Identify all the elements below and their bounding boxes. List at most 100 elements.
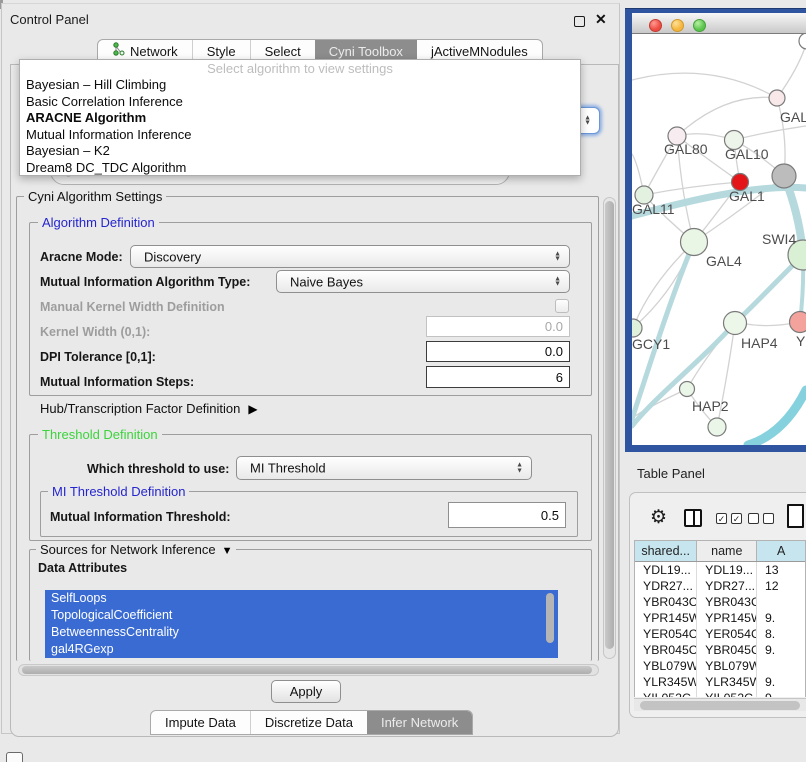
algorithm-option-mutual-information-inference[interactable]: Mutual Information Inference: [20, 127, 580, 144]
table-row[interactable]: YBR043CYBR043C: [635, 594, 805, 610]
data-attributes-list[interactable]: SelfLoopsTopologicalCoefficientBetweenne…: [45, 590, 558, 658]
dpi-tolerance-label: DPI Tolerance [0,1]:: [40, 350, 156, 364]
tab-label: Discretize Data: [265, 711, 353, 734]
manual-kernel-checkbox[interactable]: [555, 299, 569, 313]
network-graph[interactable]: GALGAL80GAL10GAL1GAL11GAL4SWI4GCY1HAP4YH…: [632, 34, 806, 445]
settings-vertical-scrollbar[interactable]: [603, 197, 616, 659]
algorithm-option-bayesian-hill-climbing[interactable]: Bayesian – Hill Climbing: [20, 77, 580, 94]
network-node-gal[interactable]: [769, 90, 785, 106]
sources-title-text: Sources for Network Inference: [40, 542, 216, 557]
table-row[interactable]: YDL19...YDL19...13: [635, 562, 805, 578]
node-label-gcy1: GCY1: [632, 336, 670, 352]
tab-infer-network[interactable]: Infer Network: [367, 711, 472, 734]
network-node-gal4[interactable]: [681, 229, 708, 256]
select-all-checkbox-icon[interactable]: ✓: [731, 513, 742, 524]
which-threshold-label: Which threshold to use:: [87, 462, 229, 476]
control-panel-window: Control Panel ✕ NetworkStyleSelectCyni T…: [1, 3, 620, 734]
panel-title: Control Panel: [10, 12, 89, 27]
table-row[interactable]: YBL079WYBL079W: [635, 658, 805, 674]
scrollbar-thumb[interactable]: [640, 701, 800, 710]
sources-group-title: Sources for Network Inference ▼: [36, 542, 236, 557]
table-horizontal-scrollbar[interactable]: [634, 698, 806, 711]
attribute-item-topologicalcoefficient[interactable]: TopologicalCoefficient: [45, 607, 558, 624]
apply-button[interactable]: Apply: [271, 680, 341, 703]
table-row[interactable]: YPR145WYPR145W9.: [635, 610, 805, 626]
attribute-item-selfloops[interactable]: SelfLoops: [45, 590, 558, 607]
algorithm-option-dream8-dc-tdc-algorithm[interactable]: Dream8 DC_TDC Algorithm: [20, 160, 580, 177]
column-header-shared[interactable]: shared...: [635, 541, 697, 561]
zoom-traffic-light-icon[interactable]: [693, 19, 706, 32]
mi-threshold-label: Mutual Information Threshold:: [50, 510, 231, 524]
node-label-hap4: HAP4: [741, 335, 778, 351]
network-node[interactable]: [799, 34, 806, 49]
table-cell: YER054C: [697, 626, 757, 642]
kernel-width-input[interactable]: [426, 316, 570, 337]
attribute-item-gal4rgexp[interactable]: gal4RGexp: [45, 641, 558, 658]
network-node-hap2[interactable]: [680, 382, 695, 397]
network-window-titlebar[interactable]: [632, 13, 806, 34]
column-visibility-icon[interactable]: [684, 509, 702, 527]
export-table-icon[interactable]: [787, 504, 804, 528]
network-node-y[interactable]: [790, 312, 806, 333]
table-cell: YBL079W: [697, 658, 757, 674]
node-label-gal: GAL: [780, 109, 806, 125]
gear-icon[interactable]: ⚙: [650, 506, 667, 529]
algorithm-option-bayesian-k2[interactable]: Bayesian – K2: [20, 143, 580, 160]
mi-threshold-input[interactable]: [448, 502, 566, 528]
algorithm-option-aracne-algorithm[interactable]: ARACNE Algorithm: [20, 110, 580, 127]
algorithm-option-basic-correlation-inference[interactable]: Basic Correlation Inference: [20, 94, 580, 111]
table-row[interactable]: YER054CYER054C8.: [635, 626, 805, 642]
network-node-hap4[interactable]: [724, 312, 747, 335]
aracne-mode-combo[interactable]: Discovery ▲▼: [130, 245, 570, 268]
data-attributes-label: Data Attributes: [38, 561, 127, 575]
which-threshold-combo[interactable]: MI Threshold ▲▼: [236, 456, 532, 480]
hub-factor-expander[interactable]: Hub/Transcription Factor Definition▶: [40, 401, 258, 416]
table-row[interactable]: YLR345WYLR345W9.: [635, 674, 805, 690]
combo-stepper-icon: ▲▼: [516, 463, 523, 474]
network-edge: [632, 73, 777, 98]
select-all-checkbox-icon[interactable]: ✓: [716, 513, 727, 524]
attribute-item-betweennesscentrality[interactable]: BetweennessCentrality: [45, 624, 558, 641]
dpi-tolerance-input[interactable]: [426, 341, 570, 362]
network-edge: [734, 126, 806, 140]
scrollbar-thumb[interactable]: [22, 666, 592, 674]
network-node[interactable]: [708, 418, 726, 436]
table-cell: 8.: [757, 626, 805, 642]
float-window-icon[interactable]: [574, 16, 585, 27]
deselect-all-checkbox-icon[interactable]: [748, 513, 759, 524]
table-cell: 13: [757, 562, 805, 578]
minimized-panel-icon[interactable]: [6, 752, 23, 762]
deselect-all-checkbox-icon[interactable]: [763, 513, 774, 524]
settings-horizontal-scrollbar[interactable]: [18, 664, 599, 676]
table-cell: YLR345W: [697, 674, 757, 690]
combo-stepper-icon: ▲▼: [554, 276, 561, 287]
mi-steps-input[interactable]: [426, 366, 570, 388]
table-cell: 9.: [757, 610, 805, 626]
table-cell: YBR045C: [697, 642, 757, 658]
table-cell: 12: [757, 578, 805, 594]
table-cell: YPR145W: [697, 610, 757, 626]
table-cell: YER054C: [635, 626, 697, 642]
minimize-traffic-light-icon[interactable]: [671, 19, 684, 32]
expander-down-icon: ▼: [222, 545, 233, 557]
network-node[interactable]: [772, 164, 796, 188]
algorithm-popup-list: Bayesian – Hill ClimbingBasic Correlatio…: [20, 77, 580, 176]
list-scrollbar-thumb[interactable]: [546, 593, 554, 643]
control-panel-titlebar: Control Panel ✕: [2, 5, 621, 33]
column-header-name[interactable]: name: [697, 541, 757, 561]
mi-type-combo[interactable]: Naive Bayes ▲▼: [276, 270, 570, 293]
node-attribute-table[interactable]: shared...nameA YDL19...YDL19...13YDR27..…: [634, 540, 806, 697]
table-cell: YDL19...: [697, 562, 757, 578]
table-row[interactable]: YDR27...YDR27...12: [635, 578, 805, 594]
mi-type-label: Mutual Information Algorithm Type:: [40, 275, 250, 289]
close-traffic-light-icon[interactable]: [649, 19, 662, 32]
table-cell: YBR043C: [635, 594, 697, 610]
table-row[interactable]: YBR045CYBR045C9.: [635, 642, 805, 658]
column-header-a[interactable]: A: [757, 541, 805, 561]
tab-discretize-data[interactable]: Discretize Data: [250, 711, 367, 734]
scrollbar-thumb[interactable]: [605, 201, 614, 649]
table-row[interactable]: YIL052CYIL052C9: [635, 690, 805, 697]
close-icon[interactable]: ✕: [595, 11, 607, 28]
tab-impute-data[interactable]: Impute Data: [151, 711, 250, 734]
table-cell: YDR27...: [635, 578, 697, 594]
